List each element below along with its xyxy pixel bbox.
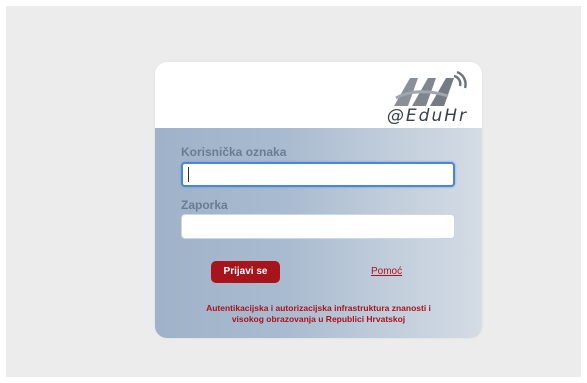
footer-line-1: Autentikacijska i autorizacijska infrast… — [206, 303, 431, 313]
login-form: Korisnička oznaka Zaporka Prijavi se Pom… — [155, 128, 482, 338]
login-button[interactable]: Prijavi se — [211, 261, 280, 283]
text-caret — [188, 167, 189, 182]
password-input[interactable] — [181, 214, 455, 239]
footer-text: Autentikacijska i autorizacijska infrast… — [175, 303, 462, 325]
card-header: @EduHr — [155, 62, 482, 128]
logo-text: @EduHr — [386, 106, 468, 126]
username-input[interactable] — [181, 162, 455, 187]
password-label: Zaporka — [181, 198, 228, 212]
help-link[interactable]: Pomoć — [371, 266, 402, 277]
login-card: @EduHr Korisnička oznaka Zaporka Prijavi… — [155, 62, 482, 338]
username-label: Korisnička oznaka — [181, 145, 287, 159]
footer-line-2: visokog obrazovanja u Republici Hrvatsko… — [231, 314, 406, 324]
